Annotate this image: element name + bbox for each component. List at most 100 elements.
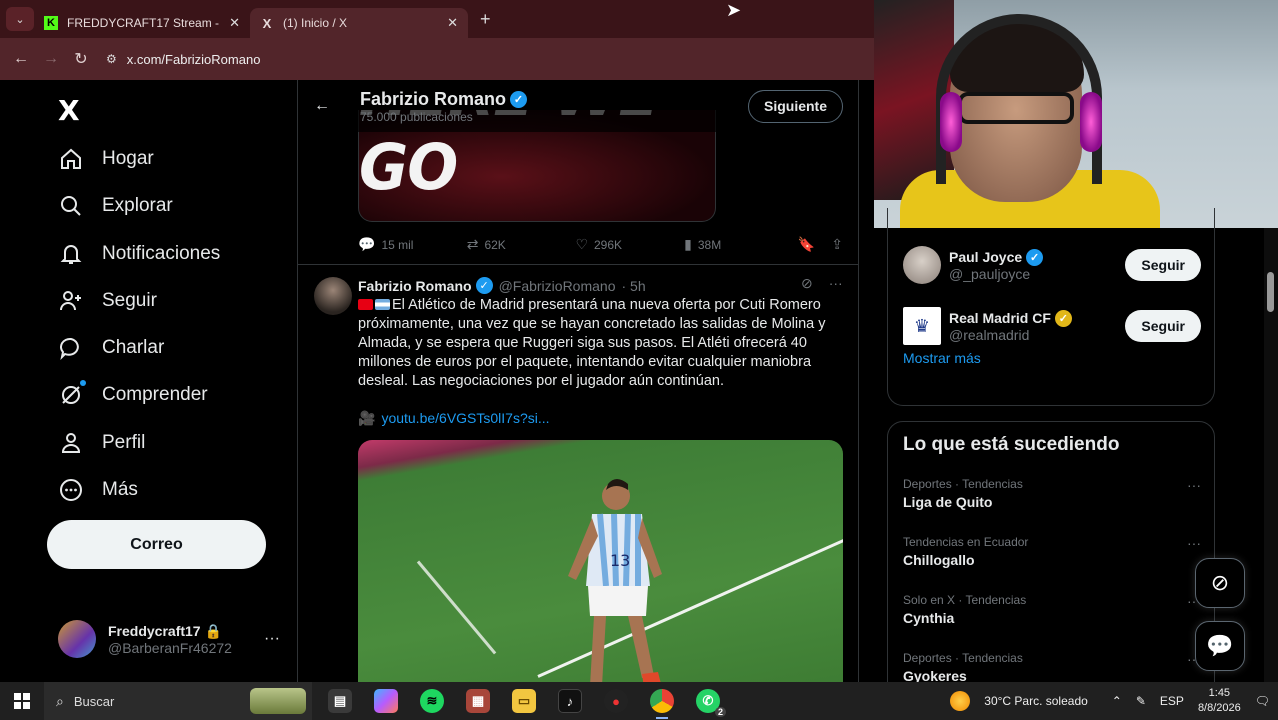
grok-floating-button[interactable]: ⊘	[1195, 558, 1245, 608]
verified-badge-icon: ✓	[510, 90, 528, 108]
nav-item-profile[interactable]: Perfil	[58, 430, 145, 456]
reply-button[interactable]: 💬 15 mil	[358, 236, 467, 253]
profile-header: ← Fabrizio Romano ✓ 75.000 publicaciones…	[298, 80, 858, 132]
start-button[interactable]	[0, 693, 44, 709]
share-icon[interactable]: ⇪	[831, 236, 843, 253]
spotify-icon[interactable]: ≋	[420, 689, 444, 713]
trend-item[interactable]: Deportes · Tendencias Liga de Quito ···	[903, 477, 1201, 510]
heart-icon: ♡	[575, 236, 588, 252]
account-name-row: Freddycraft17 🔒	[108, 623, 232, 640]
nav-item-notifications[interactable]: Notificaciones	[58, 241, 220, 267]
more-icon[interactable]: ···	[1187, 477, 1201, 493]
more-circle-icon	[58, 477, 84, 503]
tab-x-inicio[interactable]: X (1) Inicio / X ✕	[250, 8, 468, 38]
account-switcher[interactable]: Freddycraft17 🔒 @BarberanFr46272 ···	[58, 618, 280, 660]
follow-suggestion[interactable]: Paul Joyce ✓ @_pauljoyce Seguir	[903, 246, 1201, 284]
nav-item-grok[interactable]: Comprender	[58, 380, 208, 408]
video-camera-icon: 🎥	[358, 410, 376, 426]
tiktok-icon[interactable]: ♪	[558, 689, 582, 713]
nav-item-more[interactable]: Más	[58, 477, 138, 503]
trend-item[interactable]: Tendencias en Ecuador Chillogallo ···	[903, 535, 1201, 568]
trend-name: Liga de Quito	[903, 494, 993, 510]
suggestion-name: Real Madrid CF	[949, 310, 1051, 326]
back-arrow-icon[interactable]: ←	[314, 97, 330, 115]
grok-icon[interactable]: ⊘	[801, 275, 813, 292]
obs-icon[interactable]: ●	[604, 689, 628, 713]
scrollbar[interactable]	[1264, 228, 1278, 682]
windows-icon	[14, 693, 30, 709]
weather-text[interactable]: 30°C Parc. soleado	[984, 694, 1088, 708]
minecraft-icon[interactable]: ▦	[466, 689, 490, 713]
site-info-icon[interactable]: ⚙	[106, 52, 117, 66]
author-handle[interactable]: @FabrizioRomano	[499, 278, 616, 294]
lock-icon: 🔒	[204, 622, 222, 639]
notification-badge: 2	[714, 707, 726, 717]
close-icon[interactable]: ✕	[447, 15, 458, 31]
chat-icon: 💬	[1206, 633, 1234, 658]
pen-icon[interactable]: ✎	[1136, 694, 1146, 708]
reply-count: 15 mil	[381, 237, 414, 252]
tab-kick[interactable]: K FREDDYCRAFT17 Stream - Kick ✕	[34, 8, 250, 38]
post-button[interactable]: Correo	[47, 520, 266, 569]
nav-item-home[interactable]: Hogar	[58, 146, 154, 172]
close-icon[interactable]: ✕	[229, 15, 240, 31]
views-button[interactable]: ▮ 38M	[684, 236, 798, 253]
author-name[interactable]: Fabrizio Romano	[358, 278, 472, 294]
view-count: 38M	[697, 237, 722, 252]
clock[interactable]: 1:45 8/8/2026	[1198, 686, 1241, 716]
verified-badge-icon: ✓	[1026, 248, 1044, 266]
notification-center-icon[interactable]: 🗨	[1255, 694, 1270, 708]
nav-item-chat[interactable]: Charlar	[58, 335, 164, 361]
whatsapp-icon[interactable]: ✆ 2	[696, 689, 726, 717]
task-view-icon[interactable]: ▤	[328, 689, 352, 713]
avatar[interactable]	[314, 277, 352, 315]
chevron-up-icon[interactable]: ⌃	[1112, 694, 1122, 708]
nav-label: Perfil	[102, 432, 146, 453]
file-explorer-icon[interactable]: ▭	[512, 689, 536, 713]
nav-item-explore[interactable]: Explorar	[58, 193, 173, 219]
trend-item[interactable]: Deportes · Tendencias Gyokeres ···	[903, 651, 1201, 684]
trend-context: Deportes · Tendencias	[903, 477, 1023, 491]
system-tray: 30°C Parc. soleado ⌃ ✎ ESP 1:45 8/8/2026…	[950, 686, 1278, 716]
more-icon[interactable]: ···	[264, 630, 280, 648]
trend-context: Tendencias en Ecuador	[903, 535, 1029, 549]
nav-item-follow[interactable]: Seguir	[58, 288, 157, 314]
follow-button[interactable]: Seguir	[1125, 310, 1201, 342]
taskbar-search[interactable]: ⌕ Buscar	[44, 682, 312, 720]
post-time[interactable]: · 5h	[621, 278, 645, 294]
trend-name: Cynthia	[903, 610, 955, 626]
following-button[interactable]: Siguiente	[747, 89, 843, 123]
reload-button[interactable]: ↻	[66, 49, 96, 69]
profile-name: Fabrizio Romano	[360, 88, 507, 109]
x-logo-icon[interactable]: X	[58, 94, 80, 127]
chrome-icon[interactable]	[650, 689, 674, 719]
follow-button[interactable]: Seguir	[1125, 249, 1201, 281]
bookmark-icon[interactable]: 🔖	[798, 236, 815, 253]
like-button[interactable]: ♡ 296K	[575, 236, 684, 253]
messages-floating-button[interactable]: 💬	[1195, 621, 1245, 671]
nav-label: Seguir	[102, 290, 157, 311]
language-indicator[interactable]: ESP	[1160, 694, 1184, 708]
more-icon[interactable]: ···	[829, 275, 843, 292]
account-name: Freddycraft17	[108, 622, 201, 639]
verified-badge-icon: ✓	[1054, 309, 1072, 327]
back-button[interactable]: ←	[6, 50, 36, 68]
right-sidebar: Paul Joyce ✓ @_pauljoyce Seguir ♛ Real Ma…	[874, 208, 1278, 701]
copilot-icon[interactable]	[374, 689, 398, 713]
tweet-photo[interactable]: 13	[358, 440, 843, 682]
forward-button[interactable]: →	[36, 50, 66, 68]
show-more-link[interactable]: Mostrar más	[903, 350, 981, 366]
follow-suggestion[interactable]: ♛ Real Madrid CF ✓ @realmadrid Seguir	[903, 307, 1201, 345]
weather-icon[interactable]	[950, 691, 971, 711]
repost-button[interactable]: ⇄ 62K	[467, 236, 576, 253]
tweet-link[interactable]: 🎥 youtu.be/6VGSTs0lI7s?si...	[358, 410, 550, 427]
trend-item[interactable]: Solo en X · Tendencias Cynthia ···	[903, 593, 1201, 626]
kick-icon: K	[44, 16, 58, 30]
more-icon[interactable]: ···	[1187, 535, 1201, 551]
tab-title: FREDDYCRAFT17 Stream - Kick	[67, 16, 223, 30]
new-tab-button[interactable]: +	[480, 9, 491, 30]
address-bar[interactable]: ⚙ x.com/FabrizioRomano	[106, 44, 260, 74]
nav-label: Explorar	[102, 195, 173, 216]
scroll-thumb[interactable]	[1267, 272, 1274, 312]
tab-search-button[interactable]: ⌄	[6, 7, 34, 31]
